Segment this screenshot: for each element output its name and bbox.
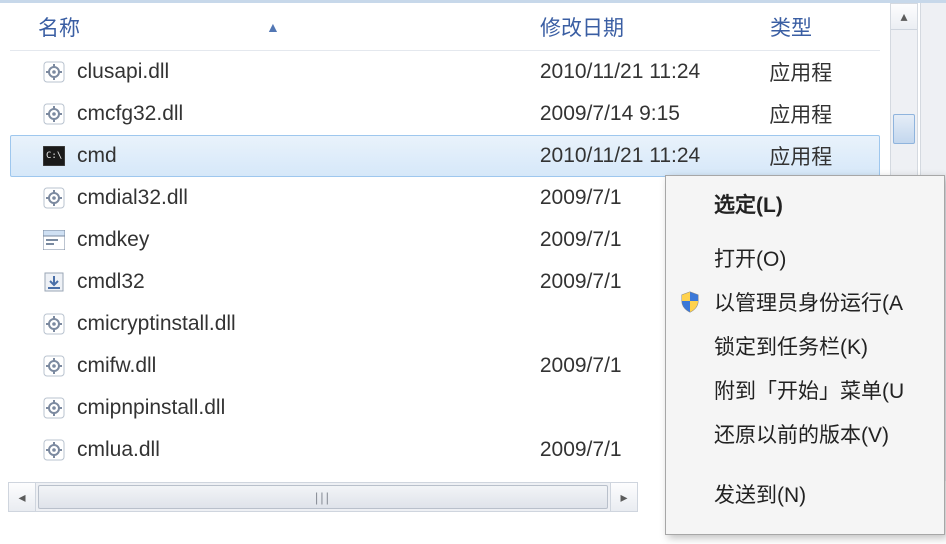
file-name: cmlua.dll xyxy=(77,438,530,462)
menu-pin-taskbar[interactable]: 锁定到任务栏(K) xyxy=(668,324,942,368)
column-headers: 名称 ▲ 修改日期 类型 xyxy=(10,3,880,51)
menu-send-to-label: 发送到(N) xyxy=(714,479,806,509)
hscroll-track[interactable]: ||| xyxy=(36,482,610,512)
file-row[interactable]: clusapi.dll2010/11/21 11:24应用程 xyxy=(10,51,880,93)
file-date: 2010/11/21 11:24 xyxy=(530,60,759,84)
file-type: 应用程 xyxy=(759,141,879,171)
menu-restore-label: 还原以前的版本(V) xyxy=(714,419,889,449)
file-name: cmdkey xyxy=(77,228,530,252)
file-name: cmifw.dll xyxy=(77,354,530,378)
file-name: cmdial32.dll xyxy=(77,186,530,210)
file-icon xyxy=(41,353,67,379)
file-icon xyxy=(41,101,67,127)
hscroll-thumb[interactable]: ||| xyxy=(38,485,608,509)
file-name: cmipnpinstall.dll xyxy=(77,396,530,420)
file-type: 应用程 xyxy=(759,99,879,129)
menu-restore[interactable]: 还原以前的版本(V) xyxy=(668,412,942,456)
column-date[interactable]: 修改日期 xyxy=(530,12,760,42)
svg-text:C:\: C:\ xyxy=(46,151,62,161)
scroll-left-button[interactable]: ◂ xyxy=(8,482,36,512)
menu-select[interactable]: 选定(L) xyxy=(668,182,942,226)
file-icon xyxy=(41,311,67,337)
menu-send-to[interactable]: 发送到(N) xyxy=(668,472,942,516)
file-name: cmdl32 xyxy=(77,270,530,294)
column-type[interactable]: 类型 xyxy=(760,12,880,42)
file-icon xyxy=(41,269,67,295)
file-row[interactable]: cmcfg32.dll2009/7/14 9:15应用程 xyxy=(10,93,880,135)
file-icon xyxy=(41,59,67,85)
file-icon xyxy=(41,227,67,253)
horizontal-scrollbar[interactable]: ◂ ||| ▸ xyxy=(8,482,638,512)
menu-pin-start-label: 附到「开始」菜单(U xyxy=(714,375,904,405)
column-name-label: 名称 xyxy=(38,12,80,42)
file-row[interactable]: C:\ cmd2010/11/21 11:24应用程 xyxy=(10,135,880,177)
scroll-up-button[interactable]: ▴ xyxy=(891,4,917,30)
shield-icon xyxy=(676,288,704,316)
file-icon xyxy=(41,185,67,211)
file-name: clusapi.dll xyxy=(77,60,530,84)
menu-run-as-admin-label: 以管理员身份运行(A xyxy=(714,287,903,317)
menu-run-as-admin[interactable]: 以管理员身份运行(A xyxy=(668,280,942,324)
menu-select-label: 选定(L) xyxy=(714,189,783,219)
column-name[interactable]: 名称 ▲ xyxy=(10,12,530,42)
scroll-right-button[interactable]: ▸ xyxy=(610,482,638,512)
file-date: 2010/11/21 11:24 xyxy=(530,144,759,168)
menu-open[interactable]: 打开(O) xyxy=(668,236,942,280)
menu-open-label: 打开(O) xyxy=(714,243,786,273)
file-icon xyxy=(41,395,67,421)
menu-pin-taskbar-label: 锁定到任务栏(K) xyxy=(714,331,868,361)
file-icon: C:\ xyxy=(41,143,67,169)
file-icon xyxy=(41,437,67,463)
file-name: cmicryptinstall.dll xyxy=(77,312,530,336)
file-name: cmd xyxy=(77,144,530,168)
file-date: 2009/7/14 9:15 xyxy=(530,102,759,126)
sort-indicator-icon: ▲ xyxy=(266,19,280,35)
file-type: 应用程 xyxy=(759,57,879,87)
file-name: cmcfg32.dll xyxy=(77,102,530,126)
menu-pin-start[interactable]: 附到「开始」菜单(U xyxy=(668,368,942,412)
context-menu: 选定(L) 打开(O) 以管理员身份运行(A 锁定到任务栏(K) 附到「开始」菜… xyxy=(665,175,945,535)
scroll-thumb[interactable] xyxy=(893,114,915,144)
